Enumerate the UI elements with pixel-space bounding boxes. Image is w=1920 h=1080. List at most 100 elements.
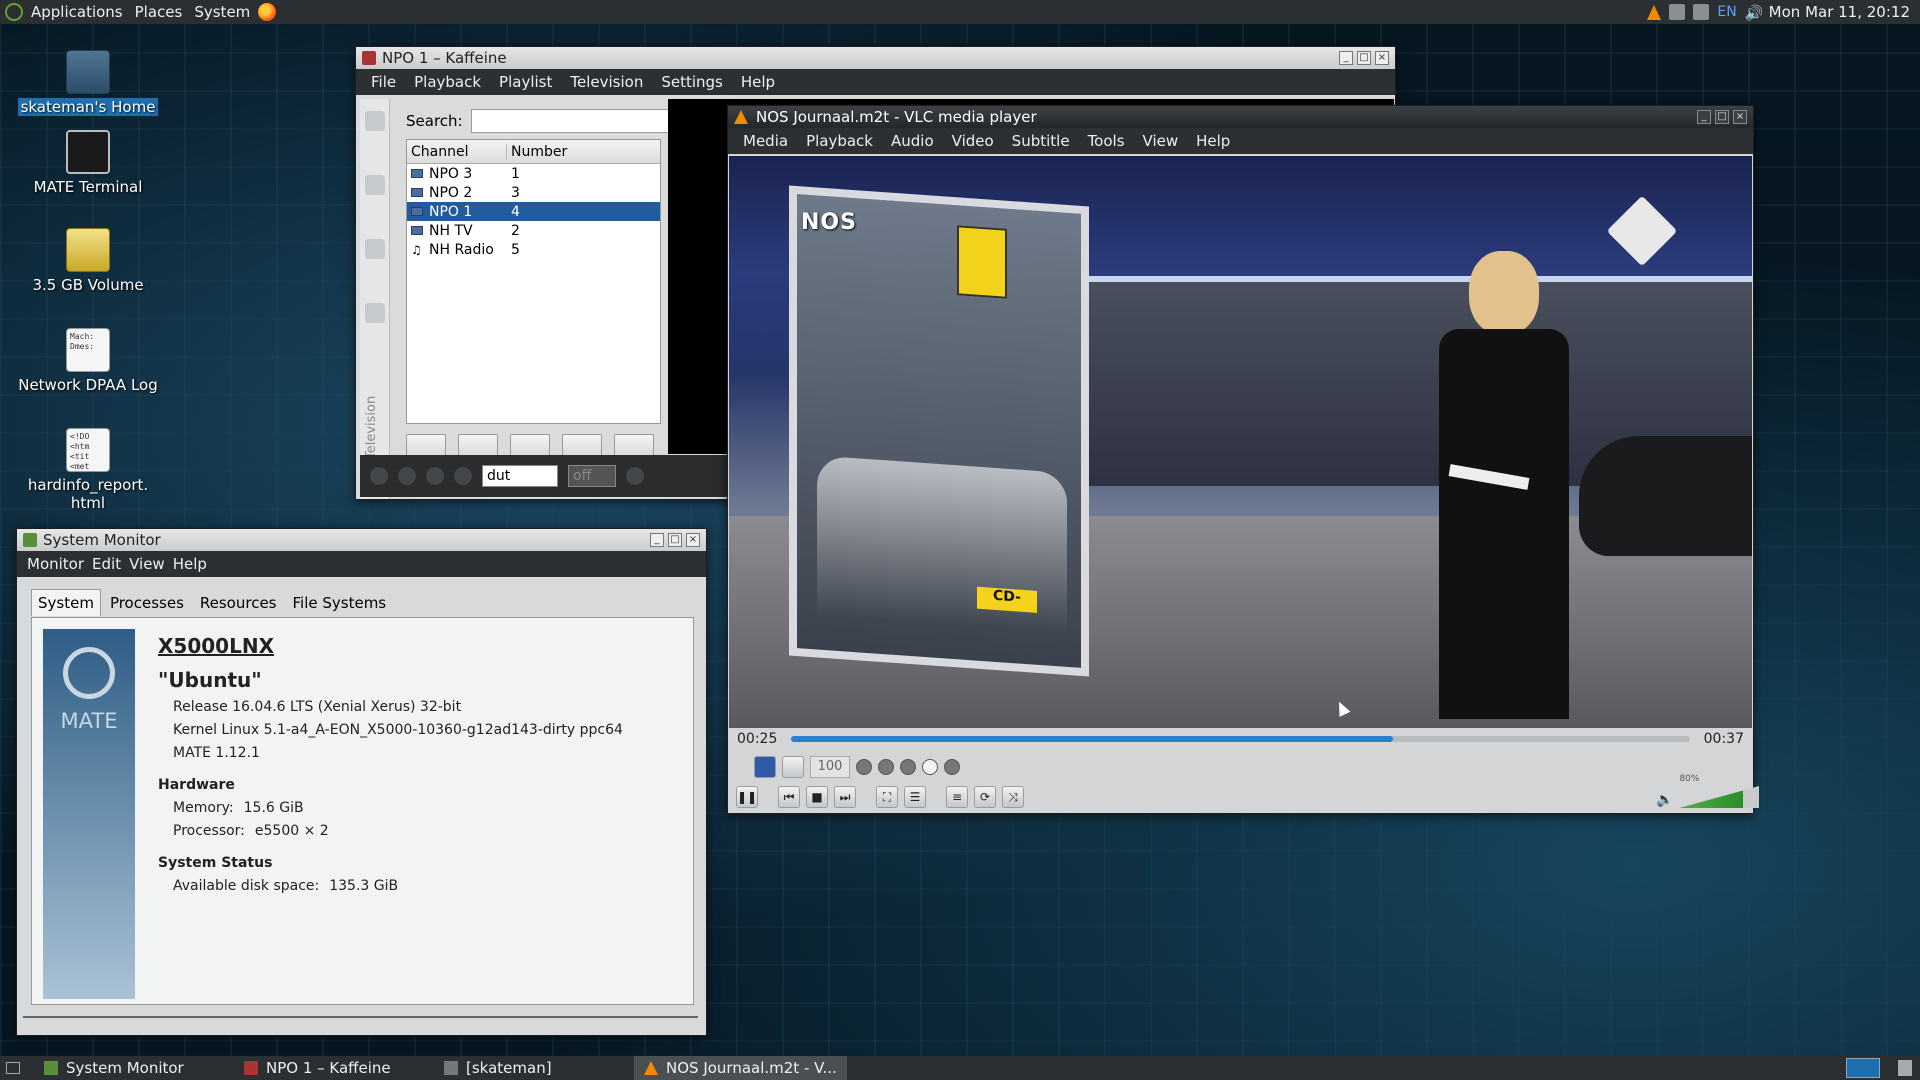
tv-icon[interactable]: [364, 303, 385, 323]
next-button[interactable]: ⏭: [834, 786, 856, 808]
menu-view[interactable]: View: [125, 555, 169, 573]
dvd-icon[interactable]: [364, 239, 385, 259]
mate-logo-icon[interactable]: [5, 3, 23, 21]
vlc-titlebar[interactable]: NOS Journaal.m2t - VLC media player _ □ …: [728, 106, 1753, 128]
pause-icon[interactable]: [398, 467, 416, 485]
notification-tray-icon[interactable]: [1693, 4, 1710, 20]
shuffle-button[interactable]: ⤨: [1002, 786, 1024, 808]
volume-icon[interactable]: 🔊: [1745, 4, 1764, 22]
workspace-switcher[interactable]: [1846, 1058, 1880, 1078]
subtitle-select[interactable]: off: [568, 465, 616, 487]
minimize-button[interactable]: _: [1697, 110, 1711, 124]
taskbar-item-file-manager[interactable]: [skateman]: [434, 1056, 634, 1080]
menu-playback[interactable]: Playback: [797, 132, 882, 150]
firefox-launcher-icon[interactable]: [258, 3, 277, 21]
taskbar-item-system-monitor[interactable]: System Monitor: [34, 1056, 234, 1080]
option-button[interactable]: [922, 759, 938, 775]
fullscreen-button[interactable]: ⛶: [876, 786, 898, 808]
column-header-number[interactable]: Number: [507, 144, 567, 160]
menu-help[interactable]: Help: [1187, 132, 1239, 150]
table-row[interactable]: ♫ NH Radio 5: [407, 240, 660, 259]
previous-icon[interactable]: [370, 467, 388, 485]
pause-button[interactable]: ❚❚: [736, 786, 758, 808]
maximize-button[interactable]: □: [1357, 51, 1371, 65]
menu-edit[interactable]: Edit: [88, 555, 125, 573]
menu-playback[interactable]: Playback: [405, 73, 490, 91]
option-button[interactable]: [944, 759, 960, 775]
extended-settings-button[interactable]: ☰: [904, 786, 926, 808]
menu-applications[interactable]: Applications: [25, 3, 129, 21]
menu-monitor[interactable]: Monitor: [23, 555, 88, 573]
clock[interactable]: Mon Mar 11, 20:12: [1769, 3, 1910, 21]
vlc-tray-icon[interactable]: [1647, 4, 1662, 20]
total-time[interactable]: 00:37: [1704, 731, 1744, 747]
desktop-icon-volume[interactable]: 3.5 GB Volume: [13, 228, 163, 294]
menu-view[interactable]: View: [1134, 132, 1188, 150]
seek-slider[interactable]: [791, 736, 1690, 742]
menu-audio[interactable]: Audio: [882, 132, 943, 150]
keyboard-layout-indicator[interactable]: EN: [1717, 4, 1736, 20]
menu-television[interactable]: Television: [561, 73, 652, 91]
search-input[interactable]: [470, 109, 669, 133]
menu-system[interactable]: System: [188, 3, 256, 21]
tab-processes[interactable]: Processes: [103, 589, 191, 616]
audio-language-select[interactable]: dut: [482, 465, 558, 487]
snapshot-button[interactable]: [782, 756, 804, 778]
volume-control[interactable]: 🔈 80%: [1656, 774, 1760, 808]
system-monitor-titlebar[interactable]: System Monitor _ □ ×: [17, 529, 706, 551]
menu-settings[interactable]: Settings: [652, 73, 732, 91]
desktop-icon-terminal[interactable]: MATE Terminal: [13, 130, 163, 196]
desktop-icon-hardinfo[interactable]: <!DO <htm <tit <met hardinfo_report. htm…: [13, 428, 163, 512]
menu-help[interactable]: Help: [169, 555, 211, 573]
menu-places[interactable]: Places: [129, 3, 189, 21]
desktop-icon-network-log[interactable]: Mach: Dmes: Network DPAA Log: [13, 328, 163, 394]
video-frame[interactable]: CD- NOS: [729, 156, 1752, 728]
menu-file[interactable]: File: [362, 73, 405, 91]
stop-icon[interactable]: [426, 467, 444, 485]
loop-a-b-button[interactable]: [856, 759, 872, 775]
volume-icon[interactable]: [626, 467, 644, 485]
play-file-icon[interactable]: [364, 175, 385, 195]
start-page-icon[interactable]: [364, 111, 385, 131]
loop-button[interactable]: ⟳: [974, 786, 996, 808]
taskbar-item-kaffeine[interactable]: NPO 1 – Kaffeine: [234, 1056, 434, 1080]
menu-video[interactable]: Video: [943, 132, 1003, 150]
taskbar-item-vlc[interactable]: NOS Journaal.m2t - V...: [634, 1056, 847, 1080]
maximize-button[interactable]: □: [1715, 110, 1729, 124]
close-button[interactable]: ×: [686, 533, 700, 547]
stop-button[interactable]: ■: [806, 786, 828, 808]
kaffeine-titlebar[interactable]: NPO 1 – Kaffeine _ □ ×: [356, 47, 1395, 69]
speed-field[interactable]: 100: [810, 756, 850, 778]
mute-icon[interactable]: 🔈: [1656, 792, 1673, 808]
option-button[interactable]: [900, 759, 916, 775]
next-icon[interactable]: [454, 467, 472, 485]
trash-icon[interactable]: [1898, 1060, 1912, 1076]
menu-help[interactable]: Help: [732, 73, 784, 91]
menu-subtitle[interactable]: Subtitle: [1003, 132, 1079, 150]
table-row[interactable]: NPO 3 1: [407, 164, 660, 183]
menu-playlist[interactable]: Playlist: [490, 73, 561, 91]
sidebar-tab-television[interactable]: Television: [364, 396, 379, 459]
playlist-button[interactable]: ≡: [946, 786, 968, 808]
close-button[interactable]: ×: [1375, 51, 1389, 65]
close-button[interactable]: ×: [1733, 110, 1747, 124]
record-button[interactable]: [754, 756, 776, 778]
tab-system[interactable]: System: [31, 589, 101, 616]
previous-button[interactable]: ⏮: [778, 786, 800, 808]
frame-step-button[interactable]: [878, 759, 894, 775]
table-row[interactable]: NPO 2 3: [407, 183, 660, 202]
menu-tools[interactable]: Tools: [1079, 132, 1134, 150]
desktop-icon-home[interactable]: skateman's Home: [13, 50, 163, 116]
elapsed-time[interactable]: 00:25: [737, 731, 777, 747]
column-header-channel[interactable]: Channel: [407, 143, 507, 160]
tab-file-systems[interactable]: File Systems: [286, 589, 394, 616]
minimize-button[interactable]: _: [1339, 51, 1353, 65]
volume-slider[interactable]: [1679, 786, 1760, 808]
network-tray-icon[interactable]: [1669, 4, 1686, 20]
minimize-button[interactable]: _: [650, 533, 664, 547]
menu-media[interactable]: Media: [734, 132, 797, 150]
show-desktop-icon[interactable]: [6, 1062, 20, 1074]
table-row[interactable]: NPO 1 4: [407, 202, 660, 221]
tab-resources[interactable]: Resources: [193, 589, 284, 616]
maximize-button[interactable]: □: [668, 533, 682, 547]
